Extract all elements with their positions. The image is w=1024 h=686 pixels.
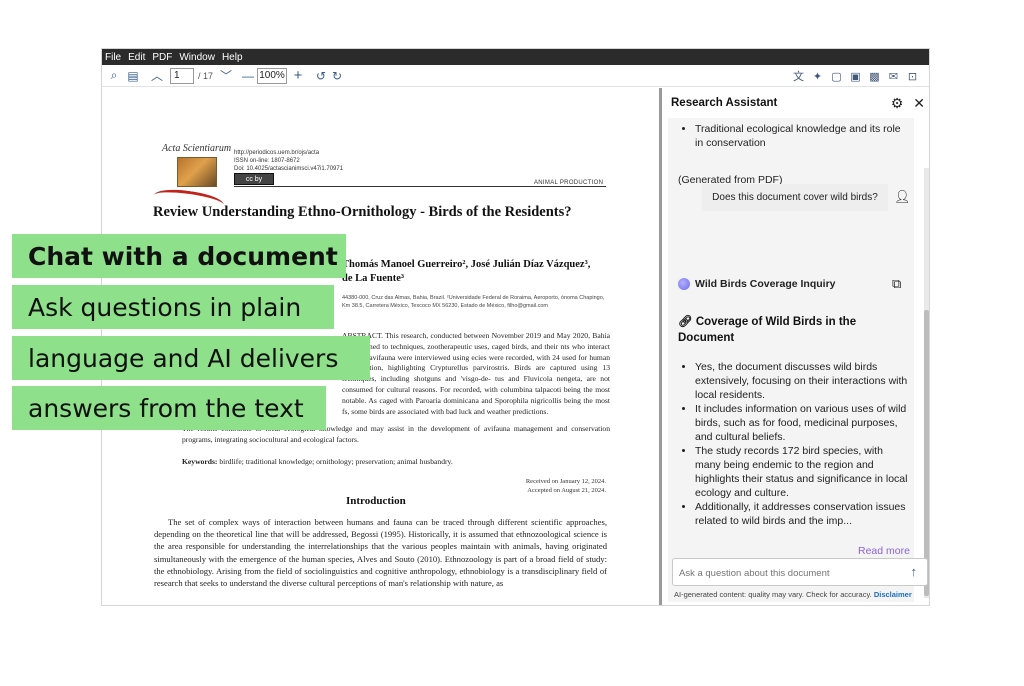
- question-input[interactable]: [679, 565, 897, 581]
- toolbar: ⌕ ▤ ︿ 1 / 17 ﹀ — 100% + ↺ ↻ 文 ✦ ▢ ▣ ▩ ✉ …: [102, 65, 929, 87]
- answer-card: Wild Birds Coverage Inquiry ⧉ 🔗︎ Coverag…: [668, 218, 914, 602]
- answer-title: 🔗︎ Coverage of Wild Birds in the Documen…: [678, 314, 903, 346]
- ai-sparkle-icon: [678, 278, 690, 290]
- panel-scrollbar-thumb[interactable]: [924, 310, 929, 596]
- intro-heading: Introduction: [346, 495, 406, 507]
- article-abstract: ABSTRACT. This research, conducted betwe…: [342, 331, 610, 416]
- chevron-up-icon[interactable]: ︿: [148, 67, 166, 85]
- zoom-out-icon[interactable]: —: [239, 67, 257, 85]
- answer-bullet: The study records 172 bird species, with…: [695, 444, 909, 500]
- received-date: Received on January 12, 2024.: [525, 478, 606, 485]
- gear-icon[interactable]: ⚙: [891, 95, 904, 112]
- overlay-caption-line-2: Ask questions in plain: [12, 285, 334, 329]
- answer-bullet: Yes, the document discusses wild birds e…: [695, 360, 909, 402]
- toolbar-right-group: 文 ✦ ▢ ▣ ▩ ✉ ⊡: [792, 67, 919, 85]
- read-more-link[interactable]: Read more: [858, 545, 910, 557]
- answer-bullets: Yes, the document discusses wild birds e…: [695, 360, 909, 528]
- screenshot-stage: File Edit PDF Window Help ⌕ ▤ ︿ 1 / 17 ﹀…: [0, 0, 1024, 686]
- article-affiliation: 44380-000, Cruz das Almas, Bahia, Brazil…: [342, 295, 605, 309]
- page-number-input[interactable]: 1: [170, 67, 194, 84]
- disclaimer-link[interactable]: Disclaimer: [874, 590, 912, 599]
- close-icon[interactable]: ✕: [913, 95, 925, 112]
- overlay-caption-line-4: answers from the text: [12, 386, 326, 430]
- license-badge: cc by: [234, 173, 274, 185]
- article-keywords: Keywords: birdlife; traditional knowledg…: [182, 457, 610, 466]
- menu-window[interactable]: Window: [179, 52, 215, 63]
- menu-pdf[interactable]: PDF: [152, 52, 172, 63]
- translate-icon[interactable]: 文: [792, 67, 805, 85]
- print-icon[interactable]: ▩: [868, 67, 881, 85]
- send-arrow-icon[interactable]: ↑: [911, 564, 918, 579]
- menu-bar: File Edit PDF Window Help: [102, 49, 929, 65]
- menu-edit[interactable]: Edit: [128, 52, 145, 63]
- user-question-bubble: Does this document cover wild birds?: [702, 184, 888, 211]
- keywords-label: Keywords:: [182, 457, 218, 466]
- chevron-down-icon[interactable]: ﹀: [217, 67, 235, 85]
- article-dates: Received on January 12, 2024. Accepted o…: [482, 477, 606, 495]
- previous-bullet: Traditional ecological knowledge and its…: [695, 122, 905, 150]
- meta-issn: ISSN on-line: 1807-8672: [234, 158, 300, 164]
- zoom-in-icon[interactable]: +: [289, 67, 307, 85]
- menu-help[interactable]: Help: [222, 52, 243, 63]
- article-title: Review Understanding Ethno-Ornithology -…: [153, 204, 572, 220]
- save-icon[interactable]: ▣: [849, 67, 862, 85]
- disclaimer-text: AI-generated content: quality may vary. …: [674, 590, 872, 599]
- page-total: / 17: [198, 70, 214, 81]
- ai-assistant-icon[interactable]: ✦: [811, 67, 824, 85]
- search-icon[interactable]: ⌕: [104, 67, 124, 85]
- answer-label: Wild Birds Coverage Inquiry: [695, 278, 836, 290]
- header-rule: [234, 186, 606, 187]
- comment-icon[interactable]: ▤: [124, 67, 142, 85]
- accepted-date: Accepted on August 21, 2024.: [527, 487, 606, 494]
- research-assistant-panel: Research Assistant ⚙ ✕ Traditional ecolo…: [662, 88, 929, 605]
- intro-body: The set of complex ways of interaction b…: [154, 517, 607, 589]
- answer-bullet: It includes information on various uses …: [695, 402, 909, 444]
- panel-title: Research Assistant: [671, 97, 778, 109]
- answer-title-text: Coverage of Wild Birds in the Document: [678, 316, 857, 344]
- user-icon: 👤︎: [894, 189, 911, 204]
- meta-url: http://periodicos.uem.br/ojs/acta: [234, 150, 320, 156]
- overlay-caption-line-3: language and AI delivers: [12, 336, 370, 380]
- overlay-caption-line-1: Chat with a document: [12, 234, 346, 278]
- journal-name: Acta Scientiarum: [162, 143, 232, 154]
- rotate-left-icon[interactable]: ↺: [313, 67, 329, 85]
- mail-icon[interactable]: ✉: [887, 67, 900, 85]
- panel-header: Research Assistant ⚙ ✕: [662, 88, 929, 118]
- answer-header: Wild Birds Coverage Inquiry: [678, 278, 836, 290]
- copy-icon[interactable]: ⧉: [892, 276, 901, 292]
- meta-doi: Doi: 10.4025/actascianimsci.v47i1.70971: [234, 166, 344, 172]
- keywords-text: birdlife; traditional knowledge; ornitho…: [219, 457, 453, 466]
- article-authors: Thomás Manoel Guerreiro², José Julián Dí…: [342, 259, 591, 284]
- journal-meta: http://periodicos.uem.br/ojs/acta ISSN o…: [234, 149, 343, 173]
- export-icon[interactable]: ⊡: [906, 67, 919, 85]
- link-icon: 🔗︎: [678, 316, 693, 328]
- rotate-right-icon[interactable]: ↻: [329, 67, 345, 85]
- journal-logo-image: [177, 157, 217, 187]
- answer-bullet: Additionally, it addresses conservation …: [695, 500, 909, 528]
- zoom-level-input[interactable]: 100%: [257, 67, 288, 84]
- menu-file[interactable]: File: [105, 52, 121, 63]
- ai-disclaimer: AI-generated content: quality may vary. …: [674, 590, 912, 599]
- page-view-icon[interactable]: ▢: [830, 67, 843, 85]
- question-input-box: ↑: [672, 558, 928, 586]
